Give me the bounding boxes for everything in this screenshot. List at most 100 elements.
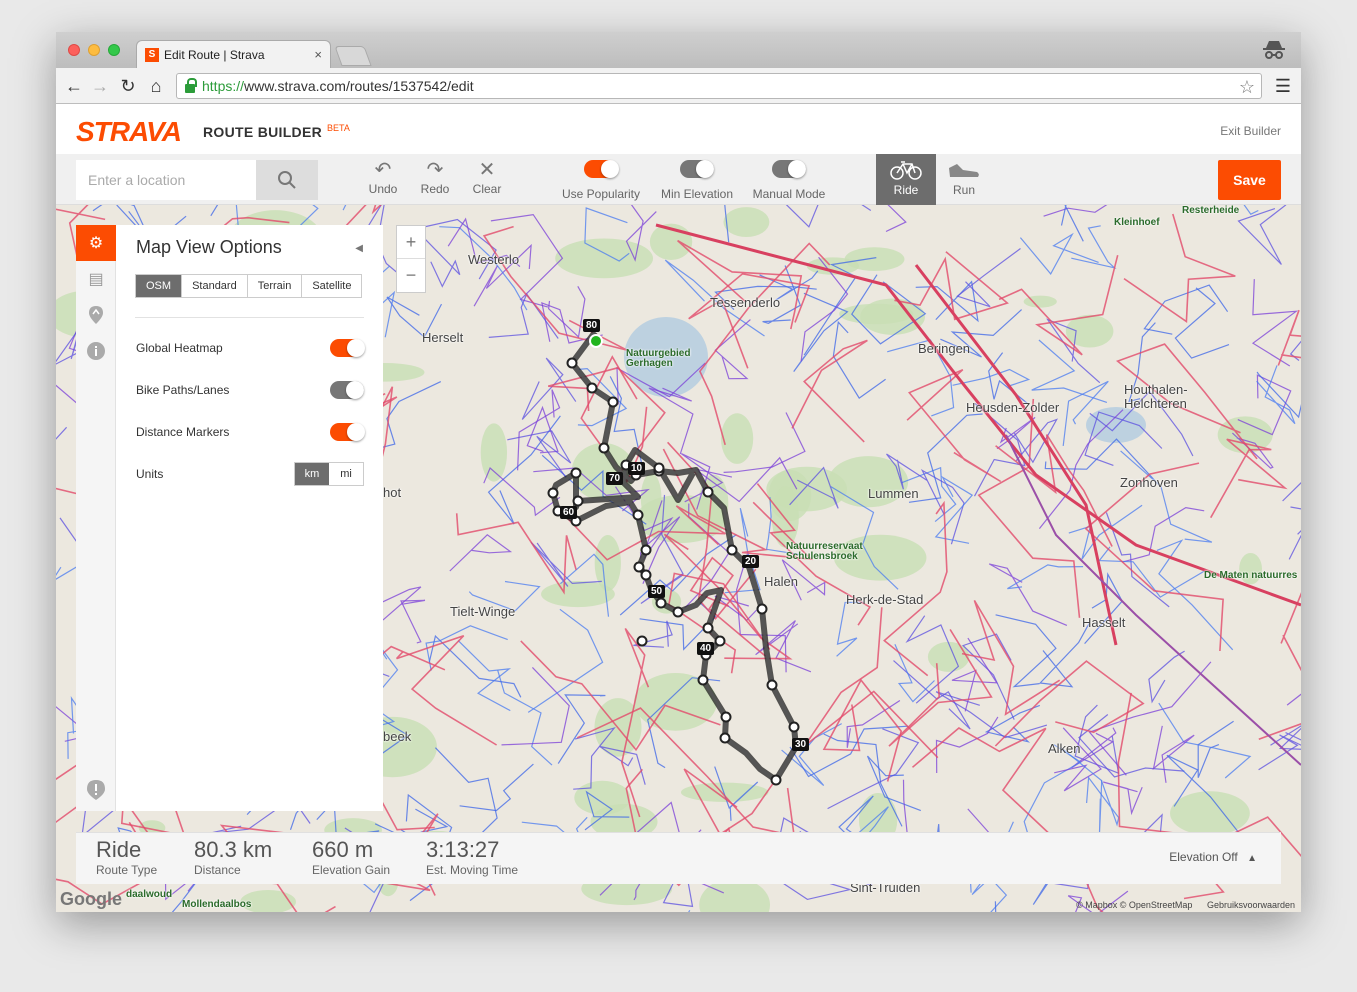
route-waypoint	[766, 679, 778, 691]
forward-icon[interactable]: →	[90, 76, 110, 96]
road-path	[1277, 309, 1301, 366]
heatmap-path	[836, 601, 865, 657]
elevation-toggle-label: Elevation Off	[1169, 850, 1238, 864]
chevron-up-icon: ▲	[1247, 853, 1257, 864]
use-popularity-switch[interactable]	[584, 160, 619, 178]
map-type-selector: OSM Standard Terrain Satellite	[135, 274, 363, 298]
run-button[interactable]: Run	[934, 154, 994, 205]
map-type-osm[interactable]: OSM	[136, 275, 183, 297]
route-waypoint	[788, 721, 800, 733]
redo-button[interactable]: ↷ Redo	[420, 158, 450, 196]
bike-paths-switch[interactable]	[330, 381, 364, 399]
min-elevation-toggle[interactable]: Min Elevation	[658, 160, 736, 201]
bike-icon	[890, 161, 922, 180]
map-type-terrain[interactable]: Terrain	[247, 275, 303, 297]
save-button[interactable]: Save	[1218, 160, 1281, 200]
map-type-satellite[interactable]: Satellite	[302, 275, 362, 297]
use-popularity-toggle[interactable]: Use Popularity	[560, 160, 642, 201]
location-search-input[interactable]	[76, 160, 256, 200]
heatmap-path	[1007, 564, 1084, 590]
route-waypoint	[720, 711, 732, 723]
road-path	[911, 727, 1053, 838]
minimize-window-button[interactable]	[88, 44, 100, 56]
close-window-button[interactable]	[68, 44, 80, 56]
map-view-options-panel: Map View Options ◀ OSM Standard Terrain …	[116, 225, 383, 811]
browser-window: S Edit Route | Strava × ← → ↻ ⌂ https://…	[56, 32, 1301, 912]
panel-icon-rail: ⚙ ▤	[76, 225, 116, 811]
heatmap-path	[1071, 225, 1117, 269]
info-tab[interactable]	[76, 333, 116, 369]
map-attribution[interactable]: © Mapbox © OpenStreetMap Gebruiksvoorwaa…	[1076, 900, 1295, 910]
segments-tab[interactable]	[76, 297, 116, 333]
segment-pin-icon	[89, 306, 103, 324]
zoom-in-button[interactable]: +	[397, 226, 425, 259]
manual-mode-label: Manual Mode	[752, 187, 826, 201]
global-heatmap-switch[interactable]	[330, 339, 365, 357]
manual-mode-switch[interactable]	[772, 160, 806, 178]
distance-markers-row: Distance Markers	[136, 420, 365, 444]
manual-mode-toggle[interactable]: Manual Mode	[750, 160, 828, 201]
route-waypoint	[566, 357, 578, 369]
ride-button[interactable]: Ride	[876, 154, 936, 205]
collapse-panel-icon[interactable]: ◀	[355, 243, 363, 254]
heatmap-path	[1043, 205, 1108, 217]
exit-builder-link[interactable]: Exit Builder	[1220, 124, 1281, 138]
feedback-button[interactable]	[76, 775, 116, 805]
reload-icon[interactable]: ↻	[118, 76, 138, 96]
redo-icon: ↷	[426, 159, 444, 181]
heatmap-path	[1103, 781, 1143, 816]
clear-button[interactable]: ✕ Clear	[471, 158, 503, 196]
distance-markers-switch[interactable]	[330, 423, 365, 441]
search-button[interactable]	[256, 160, 318, 200]
address-bar-row: ← → ↻ ⌂ https://www.strava.com/routes/15…	[56, 68, 1301, 104]
new-tab-button[interactable]	[334, 46, 372, 66]
map-options-tab[interactable]: ⚙	[76, 225, 116, 261]
browser-menu-icon[interactable]: ☰	[1275, 76, 1291, 97]
browser-tab[interactable]: S Edit Route | Strava ×	[136, 40, 331, 68]
clear-icon: ✕	[478, 159, 496, 181]
back-icon[interactable]: ←	[64, 76, 84, 96]
heatmap-path	[934, 475, 974, 544]
unit-mi-button[interactable]: mi	[329, 463, 363, 485]
forest-area	[541, 581, 615, 608]
map-place-label: beek	[383, 729, 412, 744]
forest-area	[594, 535, 621, 591]
route-waypoint	[653, 462, 665, 474]
info-icon	[87, 342, 105, 360]
motorway-path	[655, 223, 1301, 607]
unit-km-button[interactable]: km	[295, 463, 329, 485]
url-path: www.strava.com/routes/1537542/edit	[244, 78, 474, 94]
elevation-value: 660 m	[312, 837, 374, 862]
close-tab-icon[interactable]: ×	[314, 47, 322, 62]
attribution-text[interactable]: © Mapbox © OpenStreetMap	[1076, 900, 1192, 910]
elevation-stat: 660 m Elevation Gain	[312, 837, 390, 878]
heatmap-path	[885, 205, 907, 233]
route-waypoint	[640, 544, 652, 556]
url-input[interactable]: https://www.strava.com/routes/1537542/ed…	[176, 73, 1262, 99]
strava-logo[interactable]: STRAVA	[76, 116, 182, 148]
home-icon[interactable]: ⌂	[146, 76, 166, 96]
undo-button[interactable]: ↶ Undo	[368, 158, 398, 196]
incognito-icon	[1263, 41, 1285, 59]
bike-paths-label: Bike Paths/Lanes	[136, 383, 230, 397]
map-place-label: Heusden-Zolder	[966, 400, 1060, 415]
distance-marker: 10	[628, 462, 646, 475]
zoom-out-button[interactable]: −	[397, 259, 425, 292]
gear-icon: ⚙	[88, 235, 104, 252]
global-heatmap-row: Global Heatmap	[136, 336, 365, 360]
map-place-label: Beringen	[918, 341, 971, 356]
distance-marker: 50	[648, 585, 666, 598]
maximize-window-button[interactable]	[108, 44, 120, 56]
min-elevation-switch[interactable]	[680, 160, 714, 178]
terms-link[interactable]: Gebruiksvoorwaarden	[1207, 900, 1295, 910]
route-waypoint	[697, 674, 709, 686]
route-map[interactable]: Westerlo Tessenderlo Herselt Natuurgebie…	[56, 205, 1301, 912]
directions-tab[interactable]: ▤	[76, 261, 116, 297]
units-label: Units	[136, 467, 164, 481]
heatmap-path	[832, 320, 886, 399]
map-type-standard[interactable]: Standard	[182, 275, 248, 297]
elevation-toggle-button[interactable]: Elevation Off ▲	[1169, 850, 1257, 864]
heatmap-path	[449, 534, 513, 572]
bookmark-star-icon[interactable]: ☆	[1239, 77, 1255, 98]
map-place-label: Kleinhoef	[1114, 217, 1160, 228]
